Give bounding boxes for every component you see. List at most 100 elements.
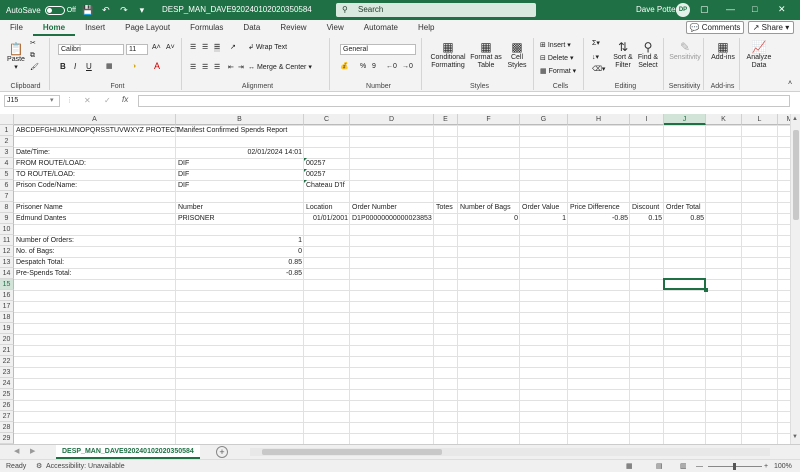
cell-a4[interactable]: FROM ROUTE/LOAD: — [14, 158, 176, 169]
cell-b13[interactable]: 0.85 — [176, 257, 304, 268]
comma-icon[interactable]: 9 — [372, 63, 376, 71]
cell-b1[interactable]: Manifest Confirmed Spends Report — [176, 125, 304, 136]
row-header-25[interactable]: 25 — [0, 389, 14, 400]
row-header-28[interactable]: 28 — [0, 422, 14, 433]
cell-styles-button[interactable]: ▩ Cell Styles — [504, 40, 530, 70]
row-header-14[interactable]: 14 — [0, 268, 14, 279]
enter-icon[interactable]: ✓ — [104, 96, 111, 105]
collapse-ribbon-icon[interactable]: ˄ — [788, 80, 792, 88]
align-middle-icon[interactable]: ☰ — [202, 44, 208, 52]
tab-formulas[interactable]: Formulas — [180, 21, 233, 36]
active-cell-selection[interactable] — [663, 278, 708, 292]
row-header-27[interactable]: 27 — [0, 411, 14, 422]
cell-d8[interactable]: Order Number — [350, 202, 434, 213]
cell-a1[interactable]: ABCDEFGHIJKLMNOPQRSSTUVWXYZ PROTECT — [14, 125, 179, 136]
cut-icon[interactable]: ✂ — [30, 40, 36, 48]
cell-j9[interactable]: 0.85 — [664, 213, 706, 224]
share-button[interactable]: ↗ Share ▾ — [748, 21, 794, 34]
cancel-icon[interactable]: ✕ — [84, 96, 91, 105]
tab-page-layout[interactable]: Page Layout — [115, 21, 180, 36]
customize-toolbar-icon[interactable]: ▾ — [136, 5, 148, 16]
row-header-5[interactable]: 5 — [0, 169, 14, 180]
font-size-select[interactable]: 11 — [126, 44, 148, 55]
formula-input[interactable] — [138, 95, 790, 107]
cell-b8[interactable]: Number — [176, 202, 304, 213]
font-color-icon[interactable]: A — [154, 62, 160, 71]
currency-icon[interactable]: 💰 — [340, 63, 349, 71]
cell-a13[interactable]: Despatch Total: — [14, 257, 176, 268]
avatar[interactable]: DP — [676, 3, 690, 17]
sort-filter-button[interactable]: ⇅ Sort & Filter — [610, 40, 636, 70]
cell-a6[interactable]: Prison Code/Name: — [14, 180, 176, 191]
select-all-corner[interactable] — [0, 114, 14, 125]
row-header-21[interactable]: 21 — [0, 345, 14, 356]
addins-button[interactable]: ▦ Add-ins — [708, 40, 738, 62]
autosum-icon[interactable]: Σ▾ — [592, 40, 600, 48]
column-header-l[interactable]: L — [742, 114, 778, 125]
row-header-6[interactable]: 6 — [0, 180, 14, 191]
merge-center-button[interactable]: ↔ Merge & Center ▾ — [248, 64, 328, 72]
page-break-view-icon[interactable]: ▥ — [680, 460, 687, 473]
column-header-j[interactable]: J — [664, 114, 706, 125]
cell-a8[interactable]: Prisoner Name — [14, 202, 176, 213]
cell-c5[interactable]: 00257 — [304, 169, 350, 180]
row-header-20[interactable]: 20 — [0, 334, 14, 345]
cell-j8[interactable]: Order Total — [664, 202, 706, 213]
insert-function-icon[interactable]: fx — [122, 95, 128, 104]
conditional-formatting-button[interactable]: ▦ Conditional Formatting — [428, 40, 468, 70]
page-layout-view-icon[interactable]: ▤ — [656, 460, 663, 473]
column-header-c[interactable]: C — [304, 114, 350, 125]
underline-icon[interactable]: U — [86, 63, 92, 71]
prev-sheet-icon[interactable]: ◀ — [14, 447, 19, 455]
row-header-8[interactable]: 8 — [0, 202, 14, 213]
cell-h8[interactable]: Price Difference — [568, 202, 630, 213]
cell-c8[interactable]: Location — [304, 202, 350, 213]
cell-a12[interactable]: No. of Bags: — [14, 246, 176, 257]
orientation-icon[interactable]: ↗ — [230, 44, 236, 52]
cell-b14[interactable]: -0.85 — [176, 268, 304, 279]
tab-insert[interactable]: Insert — [75, 21, 115, 36]
normal-view-icon[interactable]: ▦ — [626, 460, 633, 473]
error-indicator-icon[interactable] — [304, 169, 307, 172]
row-header-12[interactable]: 12 — [0, 246, 14, 257]
row-header-3[interactable]: 3 — [0, 147, 14, 158]
accessibility-status[interactable]: Accessibility: Unavailable — [46, 460, 125, 473]
cell-b4[interactable]: DIF — [176, 158, 304, 169]
tab-review[interactable]: Review — [270, 21, 316, 36]
analyze-data-button[interactable]: 📈 Analyze Data — [744, 40, 774, 70]
percent-icon[interactable]: % — [360, 63, 366, 71]
error-indicator-icon[interactable] — [304, 158, 307, 161]
cell-c9[interactable]: 01/01/2001 — [304, 213, 350, 224]
fill-color-icon[interactable]: ◑ — [132, 63, 136, 71]
cell-a3[interactable]: Date/Time: — [14, 147, 176, 158]
align-top-icon[interactable]: ☰ — [190, 44, 196, 52]
insert-cells-button[interactable]: ⊞ Insert ▾ — [540, 42, 584, 50]
column-header-d[interactable]: D — [350, 114, 434, 125]
cell-h9[interactable]: -0.85 — [568, 213, 630, 224]
cell-e8[interactable]: Totes — [434, 202, 458, 213]
increase-font-icon[interactable]: A˄ — [152, 44, 161, 52]
column-header-a[interactable]: A — [14, 114, 176, 125]
column-header-h[interactable]: H — [568, 114, 630, 125]
redo-icon[interactable]: ↷ — [118, 5, 130, 16]
paste-button[interactable]: 📋 Paste ▾ — [6, 42, 26, 72]
sensitivity-button[interactable]: ✎ Sensitivity — [668, 40, 702, 62]
row-header-16[interactable]: 16 — [0, 290, 14, 301]
column-header-k[interactable]: K — [706, 114, 742, 125]
ribbon-display-icon[interactable]: ▢ — [700, 4, 709, 15]
row-header-26[interactable]: 26 — [0, 400, 14, 411]
column-header-i[interactable]: I — [630, 114, 664, 125]
align-center-icon[interactable]: ☰ — [202, 64, 208, 72]
cell-g9[interactable]: 1 — [520, 213, 568, 224]
cell-f8[interactable]: Number of Bags — [458, 202, 520, 213]
zoom-slider-thumb[interactable] — [733, 463, 736, 470]
cell-b3[interactable]: 02/01/2024 14:01 — [176, 147, 304, 158]
search-input[interactable]: ⚲ Search — [336, 3, 536, 17]
cell-c4[interactable]: 00257 — [304, 158, 350, 169]
row-header-19[interactable]: 19 — [0, 323, 14, 334]
zoom-in-icon[interactable]: + — [764, 460, 768, 473]
column-header-b[interactable]: B — [176, 114, 304, 125]
next-sheet-icon[interactable]: ▶ — [30, 447, 35, 455]
scroll-up-icon[interactable]: ▲ — [792, 116, 798, 122]
cell-c6[interactable]: Chateau D'If — [304, 180, 350, 191]
